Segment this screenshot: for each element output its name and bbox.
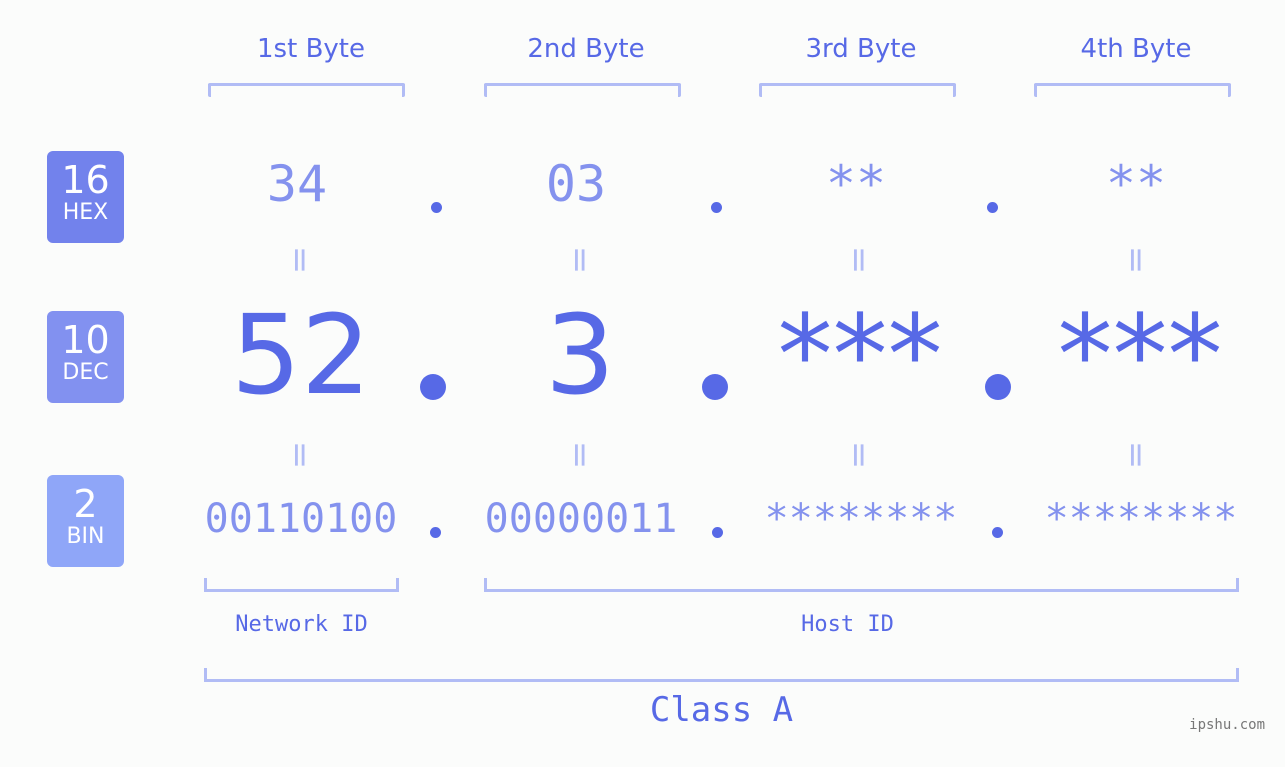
byte-header-1: 1st Byte bbox=[257, 34, 365, 64]
hex-dot-2 bbox=[711, 202, 722, 213]
class-label: Class A bbox=[649, 690, 794, 730]
dec-base: 10 bbox=[61, 318, 110, 362]
hex-dot-1 bbox=[431, 202, 442, 213]
hex-byte-1: 34 bbox=[266, 155, 328, 213]
byte-bracket-3 bbox=[759, 83, 956, 97]
hex-byte-3: ** bbox=[825, 155, 887, 213]
host-id-bracket bbox=[484, 578, 1239, 592]
dec-byte-1: 52 bbox=[231, 291, 371, 419]
equals-icon: = bbox=[839, 440, 879, 470]
dec-dot-2 bbox=[702, 374, 728, 400]
equals-icon: = bbox=[560, 440, 600, 470]
equals-icon: = bbox=[280, 245, 320, 275]
byte-bracket-1 bbox=[208, 83, 405, 97]
dec-byte-4: *** bbox=[1057, 291, 1223, 419]
bin-dot-2 bbox=[712, 527, 723, 538]
watermark: ipshu.com bbox=[1189, 717, 1265, 733]
byte-header-3: 3rd Byte bbox=[805, 34, 917, 64]
dec-byte-2: 3 bbox=[545, 291, 615, 419]
bin-label: BIN bbox=[66, 524, 105, 549]
bin-dot-1 bbox=[430, 527, 441, 538]
dec-dot-3 bbox=[985, 374, 1011, 400]
dec-byte-3: *** bbox=[777, 291, 943, 419]
bin-dot-3 bbox=[992, 527, 1003, 538]
dec-dot-1 bbox=[420, 374, 446, 400]
dec-badge: 10 DEC bbox=[47, 311, 124, 403]
bin-badge: 2 BIN bbox=[47, 475, 124, 567]
host-id-label: Host ID bbox=[801, 612, 894, 637]
network-id-label: Network ID bbox=[235, 612, 368, 637]
hex-dot-3 bbox=[987, 202, 998, 213]
hex-badge: 16 HEX bbox=[47, 151, 124, 243]
equals-icon: = bbox=[560, 245, 600, 275]
bin-base: 2 bbox=[73, 482, 98, 526]
hex-base: 16 bbox=[61, 158, 110, 202]
network-id-bracket bbox=[204, 578, 399, 592]
equals-icon: = bbox=[839, 245, 879, 275]
hex-byte-4: ** bbox=[1105, 155, 1167, 213]
bin-byte-1: 00110100 bbox=[204, 496, 398, 542]
bin-byte-3: ******** bbox=[764, 496, 958, 542]
bin-byte-2: 00000011 bbox=[484, 496, 678, 542]
byte-bracket-4 bbox=[1034, 83, 1231, 97]
bin-byte-4: ******** bbox=[1044, 496, 1238, 542]
byte-header-4: 4th Byte bbox=[1080, 34, 1192, 64]
class-bracket bbox=[204, 668, 1239, 682]
byte-bracket-2 bbox=[484, 83, 681, 97]
equals-icon: = bbox=[1116, 245, 1156, 275]
equals-icon: = bbox=[1116, 440, 1156, 470]
equals-icon: = bbox=[280, 440, 320, 470]
byte-header-2: 2nd Byte bbox=[527, 34, 645, 64]
hex-label: HEX bbox=[62, 200, 109, 225]
hex-byte-2: 03 bbox=[545, 155, 607, 213]
dec-label: DEC bbox=[62, 360, 109, 385]
